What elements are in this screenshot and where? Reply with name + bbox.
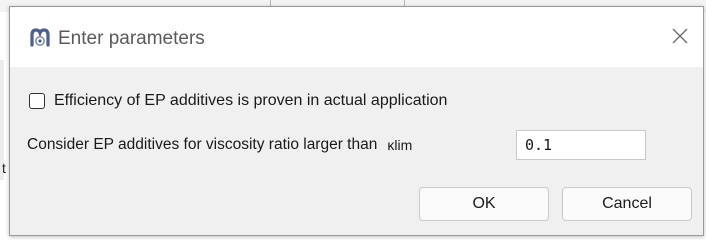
title-bar[interactable]: Enter parameters — [10, 7, 703, 67]
viscosity-ratio-label: Consider EP additives for viscosity rati… — [27, 136, 378, 153]
enter-parameters-dialog: Enter parameters Efficiency of EP additi… — [9, 6, 704, 236]
proven-efficiency-checkbox[interactable] — [29, 93, 45, 109]
proven-efficiency-label: Efficiency of EP additives is proven in … — [54, 92, 448, 109]
cancel-button[interactable]: Cancel — [562, 187, 692, 221]
kappa-subscript: lim — [394, 137, 413, 153]
dialog-title: Enter parameters — [58, 28, 205, 49]
background-text-fragment: t — [2, 160, 6, 176]
ok-button[interactable]: OK — [419, 187, 549, 221]
close-button[interactable] — [665, 21, 695, 51]
proven-efficiency-option[interactable]: Efficiency of EP additives is proven in … — [29, 92, 447, 110]
app-logo-icon — [29, 27, 51, 49]
close-icon — [672, 28, 688, 44]
viscosity-ratio-row: Consider EP additives for viscosity rati… — [27, 130, 412, 160]
kappa-lim-symbol: κlim — [387, 137, 412, 153]
kappa-lim-input[interactable] — [516, 130, 646, 160]
